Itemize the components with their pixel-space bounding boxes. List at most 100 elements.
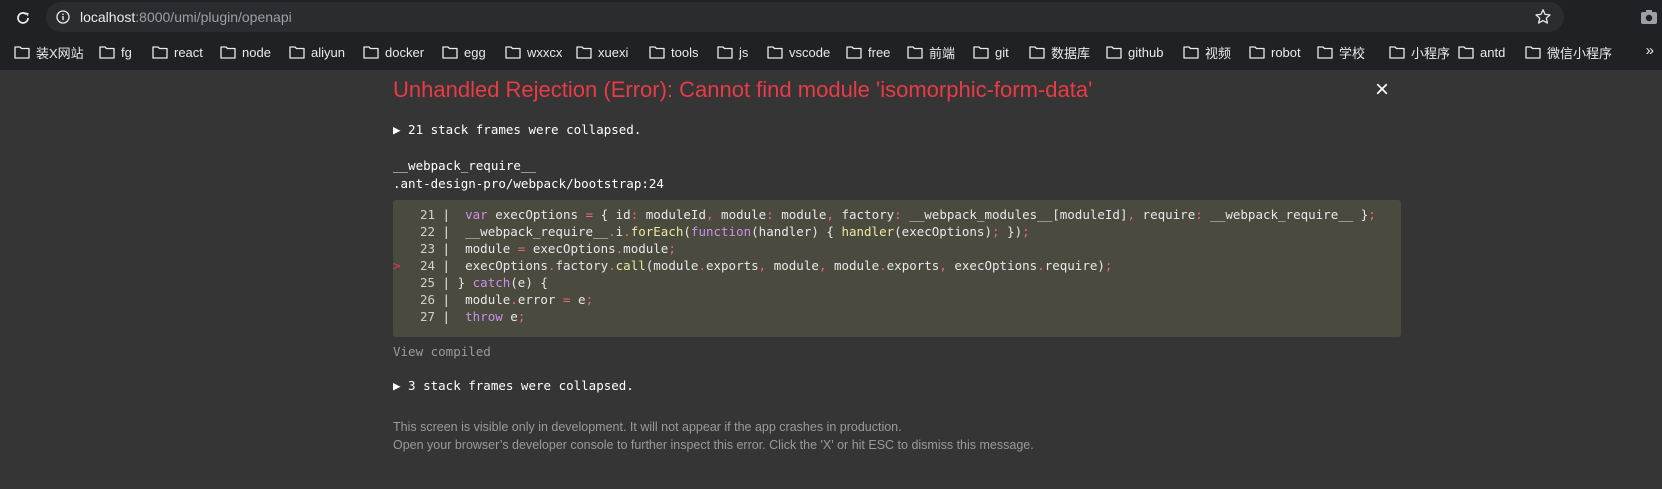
collapsed-frames-top[interactable]: ▶ 21 stack frames were collapsed. bbox=[393, 122, 641, 137]
bookmark-item[interactable]: egg bbox=[442, 42, 486, 62]
folder-icon bbox=[363, 46, 379, 59]
folder-icon bbox=[1525, 46, 1541, 59]
gutter-separator: | bbox=[435, 241, 451, 256]
function-name: __webpack_require__ bbox=[393, 158, 536, 173]
folder-icon bbox=[1317, 46, 1333, 59]
folder-icon bbox=[152, 46, 168, 59]
folder-icon bbox=[289, 46, 305, 59]
folder-icon bbox=[973, 46, 989, 59]
code-line: >24 | execOptions.factory.call(module.ex… bbox=[393, 258, 1112, 276]
address-bar[interactable]: localhost:8000/umi/plugin/openapi bbox=[46, 2, 1564, 32]
highlight-marker bbox=[393, 241, 401, 256]
bookmark-item[interactable]: antd bbox=[1458, 42, 1505, 62]
bookmark-star-icon[interactable] bbox=[1534, 8, 1552, 26]
folder-icon bbox=[442, 46, 458, 59]
url-host: localhost bbox=[80, 9, 136, 25]
folder-icon bbox=[767, 46, 783, 59]
bookmark-label: free bbox=[868, 44, 891, 60]
gutter-separator: | bbox=[435, 224, 451, 239]
bookmark-item[interactable]: 前端 bbox=[907, 42, 955, 62]
line-number: 25 bbox=[419, 275, 435, 290]
bookmark-label: js bbox=[739, 44, 749, 60]
gutter-separator: | bbox=[435, 309, 451, 324]
gutter-separator: | bbox=[435, 292, 451, 307]
bookmark-item[interactable]: wxxcx bbox=[505, 42, 562, 62]
reload-icon bbox=[17, 12, 29, 24]
close-button[interactable]: × bbox=[1375, 76, 1389, 104]
bookmark-item[interactable]: fg bbox=[99, 42, 132, 62]
view-compiled-link[interactable]: View compiled bbox=[393, 344, 491, 359]
highlight-marker bbox=[393, 275, 401, 290]
bookmark-label: vscode bbox=[789, 44, 831, 60]
bookmark-item[interactable]: docker bbox=[363, 42, 424, 62]
gutter-separator: | bbox=[435, 207, 451, 222]
bookmark-label: 小程序 bbox=[1411, 45, 1451, 61]
url-path: :8000/umi/plugin/openapi bbox=[135, 9, 292, 25]
folder-icon bbox=[1183, 46, 1199, 59]
bookmark-item[interactable]: robot bbox=[1249, 42, 1301, 62]
bookmark-item[interactable]: react bbox=[152, 42, 203, 62]
bookmark-label: xuexi bbox=[598, 44, 629, 60]
code-line: 23 | module = execOptions.module; bbox=[393, 241, 676, 259]
folder-icon bbox=[576, 46, 592, 59]
folder-icon bbox=[907, 46, 923, 59]
bookmark-item[interactable]: 学校 bbox=[1317, 42, 1365, 62]
bookmark-item[interactable]: 小程序 bbox=[1389, 42, 1450, 62]
footer-note-2: Open your browser’s developer console to… bbox=[393, 438, 1034, 452]
bookmark-label: 装X网站 bbox=[36, 45, 84, 61]
code-line: 27 | throw e; bbox=[393, 309, 525, 327]
bookmark-item[interactable]: aliyun bbox=[289, 42, 345, 62]
gutter-separator: | bbox=[435, 258, 451, 273]
code-frame: 21 | var execOptions = { id: moduleId, m… bbox=[393, 200, 1401, 337]
bookmark-item[interactable]: vscode bbox=[767, 42, 830, 62]
collapsed-frames-bottom[interactable]: ▶ 3 stack frames were collapsed. bbox=[393, 378, 634, 393]
folder-icon bbox=[649, 46, 665, 59]
bookmark-label: egg bbox=[464, 44, 486, 60]
bookmark-item[interactable]: 装X网站 bbox=[14, 42, 84, 62]
line-number: 21 bbox=[419, 207, 435, 222]
folder-icon bbox=[1389, 46, 1405, 59]
folder-icon bbox=[1106, 46, 1122, 59]
bookmark-label: fg bbox=[121, 44, 132, 60]
bookmark-item[interactable]: js bbox=[717, 42, 748, 62]
bookmark-item[interactable]: xuexi bbox=[576, 42, 628, 62]
bookmark-item[interactable]: 数据库 bbox=[1029, 42, 1090, 62]
file-location: .ant-design-pro/webpack/bootstrap:24 bbox=[393, 176, 664, 191]
bookmark-label: 视频 bbox=[1205, 45, 1232, 61]
bookmark-label: github bbox=[1128, 44, 1164, 60]
folder-icon bbox=[220, 46, 236, 59]
error-overlay: Unhandled Rejection (Error): Cannot find… bbox=[0, 70, 1662, 489]
bookmark-label: 前端 bbox=[929, 45, 956, 61]
code-text: module.error = e; bbox=[450, 292, 594, 307]
camera-icon[interactable] bbox=[1640, 9, 1658, 25]
code-line: 21 | var execOptions = { id: moduleId, m… bbox=[393, 207, 1376, 225]
highlight-marker bbox=[393, 292, 401, 307]
bookmark-label: git bbox=[995, 44, 1009, 60]
bookmarks-bar: 装X网站 fg react node aliyun docker egg wxxcx xuexi… bbox=[0, 36, 1662, 68]
highlight-marker: > bbox=[393, 258, 401, 273]
bookmark-item[interactable]: git bbox=[973, 42, 1009, 62]
info-icon[interactable] bbox=[56, 10, 70, 24]
bookmark-item[interactable]: free bbox=[846, 42, 890, 62]
reload-button[interactable] bbox=[0, 1, 46, 35]
code-line: 25 | } catch(e) { bbox=[393, 275, 548, 293]
bookmarks-overflow-button[interactable]: » bbox=[1646, 42, 1654, 59]
bookmark-label: 学校 bbox=[1339, 45, 1366, 61]
bookmark-item[interactable]: 视频 bbox=[1183, 42, 1231, 62]
code-text: module = execOptions.module; bbox=[450, 241, 676, 256]
folder-icon bbox=[1249, 46, 1265, 59]
bookmark-item[interactable]: 微信小程序 bbox=[1525, 42, 1612, 62]
code-text: execOptions.factory.call(module.exports,… bbox=[450, 258, 1113, 273]
bookmark-item[interactable]: tools bbox=[649, 42, 698, 62]
bookmark-item[interactable]: github bbox=[1106, 42, 1163, 62]
url-text[interactable]: localhost:8000/umi/plugin/openapi bbox=[80, 9, 292, 25]
folder-icon bbox=[1029, 46, 1045, 59]
folder-icon bbox=[99, 46, 115, 59]
code-text: throw e; bbox=[465, 309, 526, 324]
line-number: 24 bbox=[419, 258, 435, 273]
bookmark-item[interactable]: node bbox=[220, 42, 271, 62]
code-text: } catch(e) { bbox=[450, 275, 548, 290]
folder-icon bbox=[717, 46, 733, 59]
bookmark-label: react bbox=[174, 44, 203, 60]
bookmark-label: 数据库 bbox=[1051, 45, 1091, 61]
